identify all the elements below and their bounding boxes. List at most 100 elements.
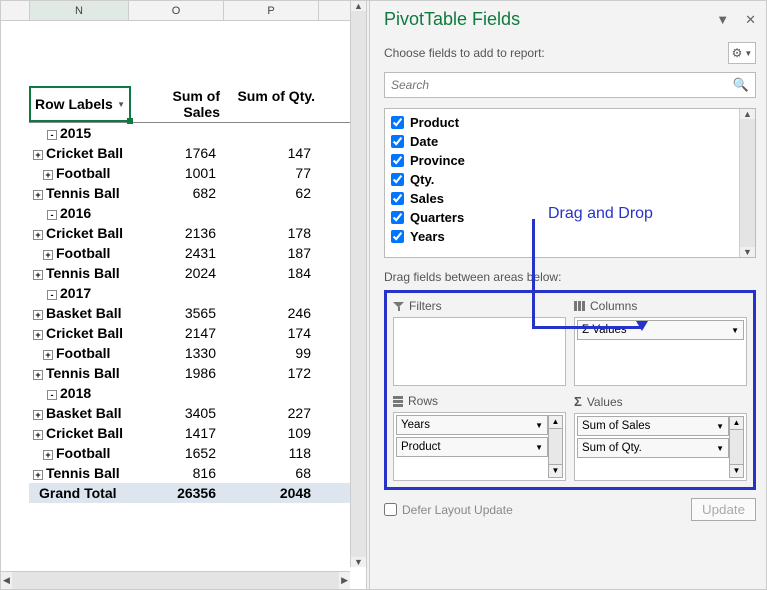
values-area-scrollbar[interactable]: ▲▼: [729, 416, 744, 478]
chevron-down-icon[interactable]: ▼: [535, 443, 543, 452]
sales-cell: 682: [131, 183, 226, 203]
options-dropdown-icon[interactable]: ▼: [716, 12, 729, 28]
scroll-left-icon[interactable]: ◀: [3, 575, 10, 586]
pivot-row[interactable]: +Tennis Ball1986172: [29, 363, 366, 383]
search-input[interactable]: [391, 78, 733, 92]
expand-icon[interactable]: +: [33, 230, 43, 240]
grand-total-row[interactable]: Grand Total 26356 2048: [29, 483, 366, 503]
expand-icon[interactable]: +: [33, 270, 43, 280]
expand-icon[interactable]: +: [33, 310, 43, 320]
scroll-up-icon[interactable]: ▲: [354, 1, 363, 11]
pivot-row[interactable]: -2016: [29, 203, 366, 223]
expand-icon[interactable]: +: [43, 250, 53, 260]
pivot-row[interactable]: +Cricket Ball2136178: [29, 223, 366, 243]
chevron-down-icon[interactable]: ▼: [731, 326, 739, 335]
field-checkbox[interactable]: [391, 192, 404, 205]
scroll-up-icon[interactable]: ▲: [743, 109, 752, 119]
scroll-down-icon[interactable]: ▼: [354, 557, 363, 567]
pivot-row[interactable]: +Cricket Ball1764147: [29, 143, 366, 163]
field-province[interactable]: Province: [391, 151, 733, 170]
collapse-icon[interactable]: -: [47, 130, 57, 140]
expand-icon[interactable]: +: [33, 410, 43, 420]
qty-cell: 172: [226, 363, 321, 383]
pivot-row[interactable]: -2017: [29, 283, 366, 303]
col-header-P[interactable]: P: [224, 1, 319, 20]
chevron-down-icon[interactable]: ▼: [716, 444, 724, 453]
chevron-down-icon[interactable]: ▼: [535, 421, 543, 430]
rows-area-scrollbar[interactable]: ▲▼: [548, 415, 563, 478]
field-qty[interactable]: Qty.: [391, 170, 733, 189]
field-checkbox[interactable]: [391, 211, 404, 224]
row-label: Cricket Ball: [46, 145, 123, 161]
expand-icon[interactable]: +: [33, 330, 43, 340]
collapse-icon[interactable]: -: [47, 210, 57, 220]
expand-icon[interactable]: +: [43, 170, 53, 180]
filters-area[interactable]: Filters: [393, 299, 566, 386]
expand-icon[interactable]: +: [33, 470, 43, 480]
close-icon[interactable]: ✕: [745, 12, 756, 28]
pivot-row[interactable]: +Basket Ball3565246: [29, 303, 366, 323]
field-checkbox[interactable]: [391, 173, 404, 186]
sum-sales-header[interactable]: Sum of Sales: [131, 86, 226, 122]
pivot-row[interactable]: -2015: [29, 123, 366, 143]
sum-qty-header[interactable]: Sum of Qty.: [226, 86, 321, 122]
row-labels-cell[interactable]: Row Labels ▼: [29, 86, 131, 122]
field-checkbox[interactable]: [391, 135, 404, 148]
expand-icon[interactable]: +: [33, 430, 43, 440]
update-button[interactable]: Update: [691, 498, 756, 521]
filter-dropdown-icon[interactable]: ▼: [117, 100, 125, 109]
pivot-row[interactable]: +Tennis Ball68262: [29, 183, 366, 203]
expand-icon[interactable]: +: [43, 450, 53, 460]
horizontal-scrollbar[interactable]: ◀ ▶: [1, 571, 350, 589]
area-field-item[interactable]: Σ Values▼: [577, 320, 744, 340]
layout-options-button[interactable]: ⚙▼: [728, 42, 756, 64]
expand-icon[interactable]: +: [33, 150, 43, 160]
pivot-row[interactable]: +Tennis Ball81668: [29, 463, 366, 483]
pivot-row[interactable]: +Football100177: [29, 163, 366, 183]
field-checkbox[interactable]: [391, 230, 404, 243]
scroll-track[interactable]: [740, 119, 755, 247]
area-field-item[interactable]: Years▼: [396, 415, 548, 435]
scroll-right-icon[interactable]: ▶: [341, 575, 348, 586]
field-checkbox[interactable]: [391, 154, 404, 167]
chevron-down-icon[interactable]: ▼: [716, 422, 724, 431]
collapse-icon[interactable]: -: [47, 390, 57, 400]
col-header-N[interactable]: N: [29, 1, 129, 20]
sales-cell: 2024: [131, 263, 226, 283]
field-product[interactable]: Product: [391, 113, 733, 132]
area-field-item[interactable]: Sum of Qty.▼: [577, 438, 729, 458]
field-quarters[interactable]: Quarters: [391, 208, 733, 227]
area-field-item[interactable]: Sum of Sales▼: [577, 416, 729, 436]
field-date[interactable]: Date: [391, 132, 733, 151]
pivot-row[interactable]: +Football2431187: [29, 243, 366, 263]
qty-cell: [226, 283, 321, 303]
scroll-down-icon[interactable]: ▼: [743, 247, 752, 257]
defer-checkbox-input[interactable]: [384, 503, 397, 516]
pivot-row[interactable]: +Football133099: [29, 343, 366, 363]
pivot-row[interactable]: -2018: [29, 383, 366, 403]
hscroll-track[interactable]: [12, 572, 339, 589]
expand-icon[interactable]: +: [33, 190, 43, 200]
scroll-track[interactable]: [351, 11, 366, 557]
col-header-O[interactable]: O: [129, 1, 224, 20]
search-box[interactable]: 🔍: [384, 72, 756, 98]
columns-area[interactable]: Columns Σ Values▼: [574, 299, 747, 386]
pivot-row[interactable]: +Cricket Ball2147174: [29, 323, 366, 343]
values-area[interactable]: ΣValues Sum of Sales▼Sum of Qty.▼ ▲▼: [574, 394, 747, 481]
fields-scrollbar[interactable]: ▲ ▼: [739, 109, 755, 257]
defer-update-checkbox[interactable]: Defer Layout Update: [384, 503, 513, 517]
rows-area[interactable]: Rows Years▼Product▼ ▲▼: [393, 394, 566, 481]
area-field-item[interactable]: Product▼: [396, 437, 548, 457]
pivot-row[interactable]: +Tennis Ball2024184: [29, 263, 366, 283]
sigma-icon: Σ: [582, 324, 592, 336]
collapse-icon[interactable]: -: [47, 290, 57, 300]
expand-icon[interactable]: +: [33, 370, 43, 380]
field-sales[interactable]: Sales: [391, 189, 733, 208]
pivot-row[interactable]: +Football1652118: [29, 443, 366, 463]
expand-icon[interactable]: +: [43, 350, 53, 360]
field-years[interactable]: Years: [391, 227, 733, 246]
field-checkbox[interactable]: [391, 116, 404, 129]
pivot-row[interactable]: +Basket Ball3405227: [29, 403, 366, 423]
vertical-scrollbar[interactable]: ▲ ▼: [350, 1, 366, 567]
pivot-row[interactable]: +Cricket Ball1417109: [29, 423, 366, 443]
